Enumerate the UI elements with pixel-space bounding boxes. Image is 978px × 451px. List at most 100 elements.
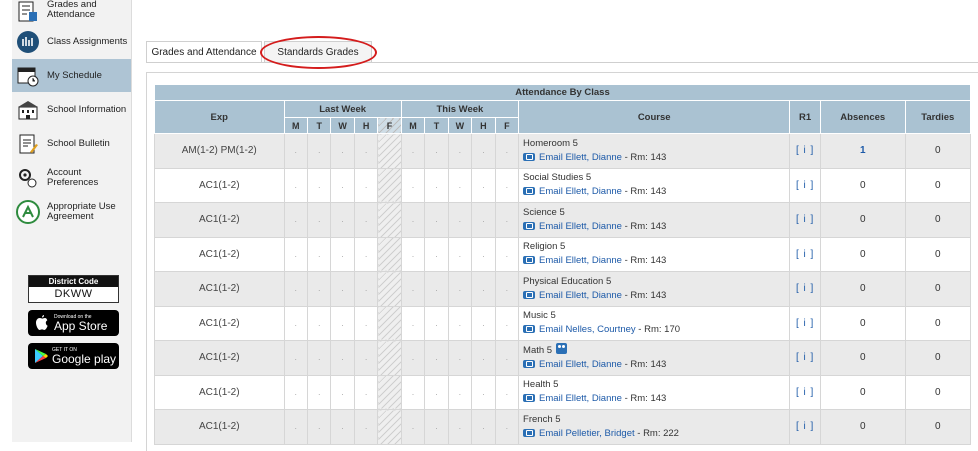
- course-cell: Religion 5 Email Ellett, Dianne - Rm: 143: [518, 236, 791, 272]
- teacher-line: Email Ellett, Dianne - Rm: 143: [523, 151, 789, 165]
- day-cell: .: [447, 271, 473, 307]
- highlight-circle: [260, 36, 377, 69]
- r1-info-link[interactable]: [ i ]: [789, 202, 821, 238]
- sidebar-item-label: Account Preferences: [47, 166, 99, 188]
- day-cell: .: [400, 167, 426, 203]
- day-cell: .: [283, 236, 308, 272]
- day-cell: .: [330, 202, 355, 238]
- sidebar-item-school-information[interactable]: School Information: [12, 93, 131, 126]
- teacher-line: Email Ellett, Dianne - Rm: 143: [523, 254, 789, 268]
- teacher-line: Email Nelles, Courtney - Rm: 170: [523, 323, 789, 337]
- room-text: - Rm: 143: [621, 151, 667, 163]
- email-icon[interactable]: [523, 360, 536, 369]
- teacher-email-link[interactable]: Email Ellett, Dianne: [539, 221, 622, 232]
- course-name: Math 5: [523, 343, 789, 358]
- absences-cell: 0: [819, 305, 906, 341]
- absences-cell: 0: [819, 202, 906, 238]
- sidebar-item-grades-attendance[interactable]: Grades and Attendance: [12, 0, 131, 24]
- day-cell: .: [447, 305, 473, 341]
- people-icon[interactable]: [556, 343, 568, 355]
- tardies-cell: 0: [904, 271, 972, 307]
- day-cell: .: [424, 374, 449, 410]
- teacher-email-link[interactable]: Email Nelles, Courtney: [539, 324, 636, 335]
- apple-icon: [36, 315, 48, 330]
- email-icon[interactable]: [523, 187, 536, 196]
- r1-info-link[interactable]: [ i ]: [789, 167, 821, 203]
- email-icon[interactable]: [523, 394, 536, 403]
- email-icon[interactable]: [523, 290, 536, 299]
- teacher-email-link[interactable]: Email Ellett, Dianne: [539, 255, 622, 266]
- sidebar-item-class-assignments[interactable]: Class Assignments: [12, 25, 131, 58]
- day-cell: .: [306, 202, 332, 238]
- tardies-cell: 0: [904, 167, 972, 203]
- tab-grades-attendance[interactable]: Grades and Attendance: [146, 41, 262, 63]
- r1-info-link[interactable]: [ i ]: [789, 409, 821, 445]
- day-header: F: [494, 117, 520, 134]
- teacher-email-link[interactable]: Email Ellett, Dianne: [539, 290, 622, 301]
- sidebar-item-label: Grades and Attendance: [47, 0, 97, 20]
- course-cell: Music 5 Email Nelles, Courtney - Rm: 170: [518, 305, 791, 341]
- google-play-icon: [35, 349, 48, 363]
- r1-info-link[interactable]: [ i ]: [789, 340, 821, 376]
- room-text: - Rm: 143: [621, 359, 667, 371]
- app-store-button[interactable]: Download on the App Store: [28, 310, 119, 336]
- header-absences: Absences: [819, 100, 906, 134]
- header-course: Course: [518, 100, 791, 134]
- teacher-line: Email Ellett, Dianne - Rm: 143: [523, 185, 789, 199]
- table-row: AC1(1-2)......... Science 5 Email Ellett, …: [154, 202, 972, 238]
- day-cell: .: [306, 236, 332, 272]
- sidebar-item-account-preferences[interactable]: Account Preferences: [12, 161, 131, 194]
- email-icon[interactable]: [523, 152, 536, 161]
- day-cell-hatched: [377, 202, 402, 238]
- r1-info-link[interactable]: [ i ]: [789, 271, 821, 307]
- absences-cell[interactable]: 1: [819, 133, 906, 169]
- day-cell: .: [283, 133, 308, 169]
- teacher-email-link[interactable]: Email Ellett, Dianne: [539, 359, 622, 370]
- course-name: Health 5: [523, 379, 559, 391]
- day-cell: .: [283, 409, 308, 445]
- course-name: Physical Education 5: [523, 275, 612, 287]
- sidebar: Grades and Attendance Class Assignments …: [12, 0, 132, 442]
- teacher-email-link[interactable]: Email Ellett, Dianne: [539, 393, 622, 404]
- teacher-line: Email Ellett, Dianne - Rm: 143: [523, 392, 789, 406]
- sidebar-item-label: Class Assignments: [47, 35, 128, 47]
- google-play-button[interactable]: GET IT ON Google play: [28, 343, 119, 369]
- teacher-email-link[interactable]: Email Pelletier, Bridget: [539, 428, 635, 439]
- sidebar-item-appropriate-use[interactable]: Appropriate Use Agreement: [12, 195, 131, 228]
- teacher-line: Email Ellett, Dianne - Rm: 143: [523, 220, 789, 234]
- r1-info-link[interactable]: [ i ]: [789, 236, 821, 272]
- absences-cell: 0: [819, 271, 906, 307]
- day-cell: .: [471, 340, 496, 376]
- day-cell: .: [353, 409, 379, 445]
- day-cell: .: [471, 236, 496, 272]
- course-cell: French 5 Email Pelletier, Bridget - Rm: 2…: [518, 409, 791, 445]
- exp-cell: AM(1-2) PM(1-2): [154, 133, 285, 169]
- day-cell: .: [330, 374, 355, 410]
- sidebar-item-school-bulletin[interactable]: School Bulletin: [12, 127, 131, 160]
- room-text: - Rm: 143: [621, 289, 667, 301]
- r1-info-link[interactable]: [ i ]: [789, 133, 821, 169]
- exp-cell: AC1(1-2): [154, 202, 285, 238]
- teacher-email-link[interactable]: Email Ellett, Dianne: [539, 186, 622, 197]
- day-cell: .: [424, 167, 449, 203]
- day-cell: .: [424, 202, 449, 238]
- day-cell: .: [283, 202, 308, 238]
- sidebar-item-my-schedule[interactable]: My Schedule: [12, 59, 131, 92]
- teacher-line: Email Ellett, Dianne - Rm: 143: [523, 358, 789, 372]
- email-icon[interactable]: [523, 221, 536, 230]
- sidebar-item-label: My Schedule: [47, 69, 102, 81]
- email-icon[interactable]: [523, 256, 536, 265]
- day-cell-hatched: [377, 340, 402, 376]
- day-header: M: [283, 117, 308, 134]
- day-header: W: [330, 117, 355, 134]
- course-name: Homeroom 5: [523, 137, 578, 149]
- day-cell: .: [400, 271, 426, 307]
- day-cell: .: [306, 167, 332, 203]
- teacher-email-link[interactable]: Email Ellett, Dianne: [539, 152, 622, 163]
- email-icon[interactable]: [523, 428, 536, 437]
- r1-info-link[interactable]: [ i ]: [789, 374, 821, 410]
- day-cell: .: [400, 133, 426, 169]
- email-icon[interactable]: [523, 325, 536, 334]
- r1-info-link[interactable]: [ i ]: [789, 305, 821, 341]
- day-cell: .: [447, 167, 473, 203]
